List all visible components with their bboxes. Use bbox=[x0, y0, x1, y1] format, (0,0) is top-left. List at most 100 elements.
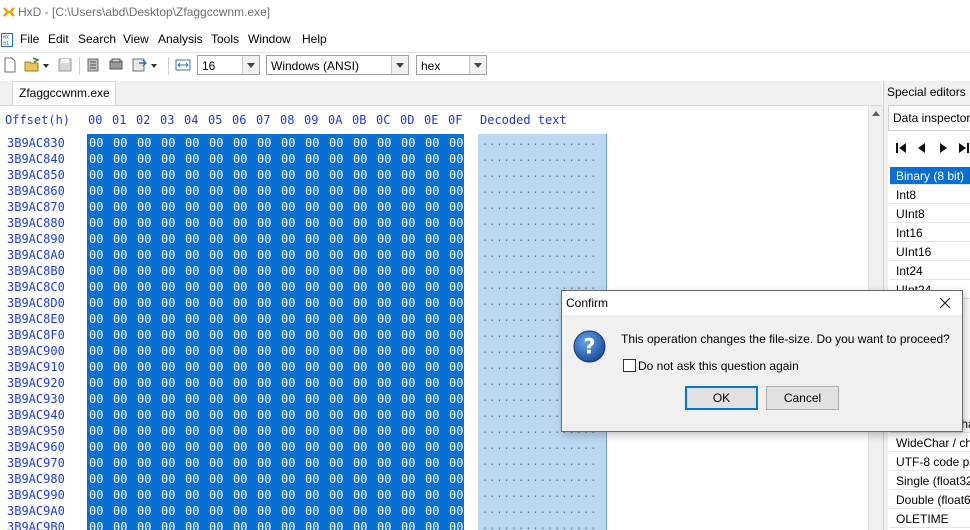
hex-byte[interactable]: 00 bbox=[425, 472, 439, 486]
hex-byte[interactable]: 00 bbox=[185, 200, 199, 214]
hex-byte[interactable]: 00 bbox=[281, 216, 295, 230]
hex-byte[interactable]: 00 bbox=[209, 520, 223, 530]
hex-byte[interactable]: 00 bbox=[89, 296, 103, 310]
menu-search[interactable]: Search bbox=[78, 32, 116, 46]
hex-byte[interactable]: 00 bbox=[329, 216, 343, 230]
hex-byte[interactable]: 00 bbox=[401, 264, 415, 278]
hex-byte[interactable]: 00 bbox=[449, 392, 463, 406]
hex-byte[interactable]: 00 bbox=[425, 232, 439, 246]
hex-byte[interactable]: 00 bbox=[137, 392, 151, 406]
hex-byte[interactable]: 00 bbox=[353, 232, 367, 246]
hex-byte[interactable]: 00 bbox=[449, 424, 463, 438]
hex-byte[interactable]: 00 bbox=[449, 472, 463, 486]
hex-byte[interactable]: 00 bbox=[281, 152, 295, 166]
hex-byte[interactable]: 00 bbox=[257, 184, 271, 198]
hex-byte[interactable]: 00 bbox=[305, 376, 319, 390]
hex-byte[interactable]: 00 bbox=[281, 184, 295, 198]
hex-byte[interactable]: 00 bbox=[353, 312, 367, 326]
hex-byte[interactable]: 00 bbox=[377, 248, 391, 262]
hex-byte[interactable]: 00 bbox=[137, 216, 151, 230]
last-icon[interactable] bbox=[957, 141, 970, 155]
hex-byte[interactable]: 00 bbox=[329, 136, 343, 150]
hex-byte[interactable]: 00 bbox=[449, 344, 463, 358]
hex-byte[interactable]: 00 bbox=[113, 440, 127, 454]
hex-byte[interactable]: 00 bbox=[89, 392, 103, 406]
hex-byte[interactable]: 00 bbox=[161, 520, 175, 530]
hex-byte[interactable]: 00 bbox=[305, 312, 319, 326]
properties-icon[interactable] bbox=[84, 56, 102, 74]
hex-byte[interactable]: 00 bbox=[425, 168, 439, 182]
hex-byte[interactable]: 00 bbox=[185, 168, 199, 182]
hex-byte[interactable]: 00 bbox=[353, 200, 367, 214]
decoded-text-row[interactable]: ................ bbox=[482, 457, 598, 468]
hex-byte[interactable]: 00 bbox=[233, 280, 247, 294]
hex-byte[interactable]: 00 bbox=[305, 184, 319, 198]
hex-byte[interactable]: 00 bbox=[425, 408, 439, 422]
hex-byte[interactable]: 00 bbox=[425, 296, 439, 310]
hex-byte[interactable]: 00 bbox=[377, 488, 391, 502]
hex-byte[interactable]: 00 bbox=[305, 216, 319, 230]
first-icon[interactable] bbox=[894, 141, 908, 155]
hex-byte[interactable]: 00 bbox=[233, 344, 247, 358]
hex-byte[interactable]: 00 bbox=[161, 392, 175, 406]
hex-byte[interactable]: 00 bbox=[89, 184, 103, 198]
hex-byte[interactable]: 00 bbox=[137, 264, 151, 278]
hex-byte[interactable]: 00 bbox=[281, 248, 295, 262]
decoded-text-row[interactable]: ................ bbox=[482, 201, 598, 212]
hex-byte[interactable]: 00 bbox=[257, 360, 271, 374]
hex-byte[interactable]: 00 bbox=[161, 456, 175, 470]
hex-byte[interactable]: 00 bbox=[113, 152, 127, 166]
hex-byte[interactable]: 00 bbox=[377, 376, 391, 390]
hex-byte[interactable]: 00 bbox=[161, 328, 175, 342]
hex-byte[interactable]: 00 bbox=[449, 200, 463, 214]
hex-byte[interactable]: 00 bbox=[257, 280, 271, 294]
hex-byte[interactable]: 00 bbox=[449, 408, 463, 422]
hex-byte[interactable]: 00 bbox=[113, 232, 127, 246]
hex-byte[interactable]: 00 bbox=[209, 376, 223, 390]
hex-byte[interactable]: 00 bbox=[377, 216, 391, 230]
hex-byte[interactable]: 00 bbox=[185, 472, 199, 486]
hex-byte[interactable]: 00 bbox=[257, 456, 271, 470]
hex-byte[interactable]: 00 bbox=[257, 152, 271, 166]
hex-byte[interactable]: 00 bbox=[185, 344, 199, 358]
document-app-icon[interactable]: HX 01 bbox=[1, 33, 13, 47]
hex-byte[interactable]: 00 bbox=[113, 456, 127, 470]
hex-byte[interactable]: 00 bbox=[161, 504, 175, 518]
hex-byte[interactable]: 00 bbox=[377, 424, 391, 438]
hex-byte[interactable]: 00 bbox=[353, 504, 367, 518]
hex-byte[interactable]: 00 bbox=[401, 504, 415, 518]
hex-byte[interactable]: 00 bbox=[113, 136, 127, 150]
hex-byte[interactable]: 00 bbox=[353, 520, 367, 530]
hex-byte[interactable]: 00 bbox=[137, 152, 151, 166]
hex-byte[interactable]: 00 bbox=[449, 168, 463, 182]
hex-byte[interactable]: 00 bbox=[137, 248, 151, 262]
hex-byte[interactable]: 00 bbox=[209, 184, 223, 198]
chevron-down-icon[interactable] bbox=[469, 56, 486, 74]
decoded-text-row[interactable]: ................ bbox=[482, 217, 598, 228]
hex-byte[interactable]: 00 bbox=[89, 168, 103, 182]
hex-byte[interactable]: 00 bbox=[377, 440, 391, 454]
hex-byte[interactable]: 00 bbox=[329, 424, 343, 438]
data-inspector-item[interactable]: Single (float32 bbox=[890, 472, 970, 490]
hex-byte[interactable]: 00 bbox=[305, 424, 319, 438]
hex-byte[interactable]: 00 bbox=[113, 184, 127, 198]
open-dropdown-icon[interactable] bbox=[41, 56, 51, 74]
hex-byte[interactable]: 00 bbox=[401, 248, 415, 262]
hex-byte[interactable]: 00 bbox=[401, 392, 415, 406]
hex-byte[interactable]: 00 bbox=[209, 504, 223, 518]
hex-byte[interactable]: 00 bbox=[449, 232, 463, 246]
hex-byte[interactable]: 00 bbox=[377, 296, 391, 310]
hex-byte[interactable]: 00 bbox=[353, 424, 367, 438]
hex-byte[interactable]: 00 bbox=[137, 440, 151, 454]
hex-byte[interactable]: 00 bbox=[353, 184, 367, 198]
hex-byte[interactable]: 00 bbox=[449, 136, 463, 150]
hex-byte[interactable]: 00 bbox=[305, 392, 319, 406]
hex-byte[interactable]: 00 bbox=[209, 456, 223, 470]
hex-byte[interactable]: 00 bbox=[161, 184, 175, 198]
hex-byte[interactable]: 00 bbox=[185, 520, 199, 530]
hex-byte[interactable]: 00 bbox=[137, 408, 151, 422]
hex-byte[interactable]: 00 bbox=[257, 472, 271, 486]
hex-byte[interactable]: 00 bbox=[305, 152, 319, 166]
hex-byte[interactable]: 00 bbox=[161, 376, 175, 390]
hex-byte[interactable]: 00 bbox=[257, 504, 271, 518]
